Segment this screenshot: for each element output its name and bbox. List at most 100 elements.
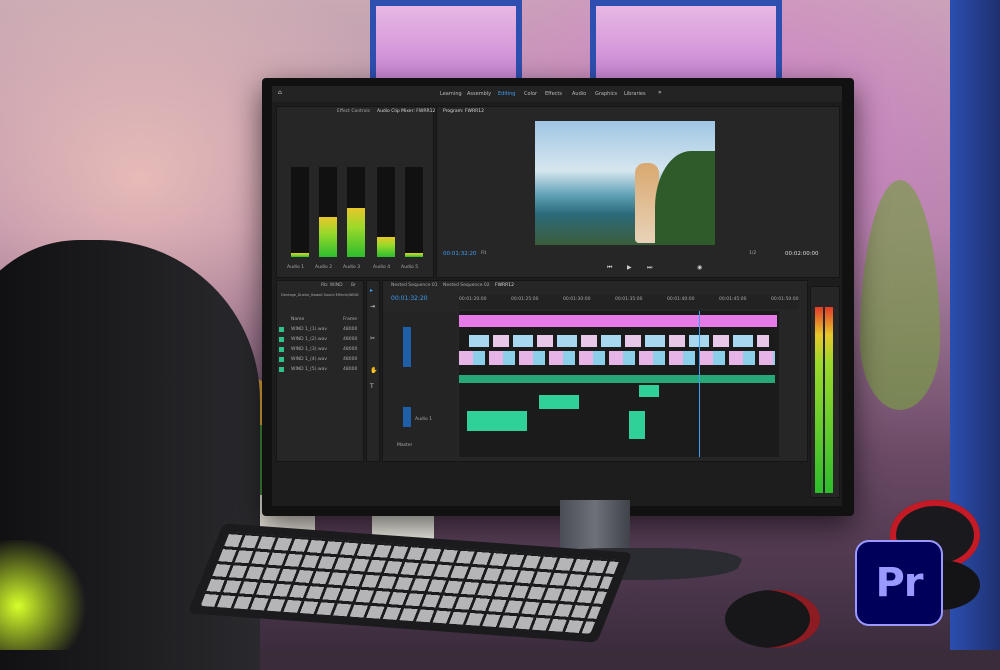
ruler-tick: 00:01:20:00 xyxy=(459,297,487,302)
tab-effect-controls[interactable]: Effect Controls xyxy=(337,109,370,114)
play-icon[interactable]: ▶ xyxy=(627,264,632,271)
project-item-name: WIND 1_(4).wav xyxy=(291,357,328,362)
monitor: ⌂ Learning Assembly Editing Color Effect… xyxy=(262,78,854,516)
timeline-timecode[interactable]: 00:01:32:20 xyxy=(391,295,428,302)
keyboard-keys xyxy=(200,532,620,634)
project-item-swatch xyxy=(279,367,284,372)
track-headers: Audio 1 Master xyxy=(383,311,457,457)
track-target-v[interactable] xyxy=(403,327,411,367)
timeline-tracks xyxy=(459,311,779,457)
project-item-swatch xyxy=(279,357,284,362)
project-panel: Rb: WIND Br Dentage_Duster_Kawall Sound … xyxy=(276,280,364,462)
project-item[interactable]: WIND 1_(2).wav 48000 xyxy=(279,335,361,345)
project-item-swatch xyxy=(279,347,284,352)
track-label-audio-2: Audio 2 xyxy=(315,265,333,270)
workspace-libraries[interactable]: Libraries xyxy=(624,91,646,97)
project-tab-br[interactable]: Br xyxy=(351,283,356,288)
ruler-tick: 00:01:45:00 xyxy=(719,297,747,302)
audio-track-label: Audio 1 xyxy=(415,417,433,422)
program-monitor-panel: Program: FWRR12 00:01:32:20 Fit 1/2 00:0… xyxy=(436,106,840,278)
video-clip[interactable] xyxy=(469,335,769,347)
project-tab-bin[interactable]: Rb: WIND xyxy=(321,283,343,288)
project-col-name[interactable]: Name xyxy=(291,317,304,322)
ruler-tick: 00:01:40:00 xyxy=(667,297,695,302)
program-title: Program: FWRR12 xyxy=(443,109,484,114)
premiere-logo-text: Pr xyxy=(875,560,923,606)
master-track-label: Master xyxy=(397,443,413,448)
program-scale-select[interactable]: 1/2 xyxy=(749,251,756,256)
project-item-rate: 48000 xyxy=(343,337,358,342)
hill xyxy=(655,151,715,245)
meter-audio-5 xyxy=(405,167,423,257)
master-meter-fill-left xyxy=(815,307,823,493)
track-label-audio-3: Audio 3 xyxy=(343,265,361,270)
chair-light-glow xyxy=(0,540,90,650)
meter-audio-4 xyxy=(377,167,395,257)
project-item[interactable]: WIND 1_(3).wav 48000 xyxy=(279,345,361,355)
workspace-assembly[interactable]: Assembly xyxy=(467,91,491,97)
master-audio-meter xyxy=(810,286,840,498)
meter-audio-1 xyxy=(291,167,309,257)
tab-audio-clip-mixer[interactable]: Audio Clip Mixer: FWRR12 xyxy=(377,109,435,114)
premiere-pro-logo: Pr xyxy=(855,540,943,626)
audio-clip[interactable] xyxy=(459,375,775,383)
tools-panel: ▸ ⇥ ✂ ✋ T xyxy=(366,280,380,462)
audio-clip[interactable] xyxy=(639,385,659,397)
project-item[interactable]: WIND 1_(1).wav 48000 xyxy=(279,325,361,335)
step-forward-icon[interactable]: ⏭ xyxy=(647,264,652,272)
type-tool-icon[interactable]: T xyxy=(370,383,374,390)
timeline-tab-fwrr12[interactable]: FWRR12 xyxy=(495,283,514,288)
program-fit-select[interactable]: Fit xyxy=(481,251,486,256)
workspace-graphics[interactable]: Graphics xyxy=(595,91,617,97)
project-item-name: WIND 1_(2).wav xyxy=(291,337,328,342)
project-item-name: WIND 1_(3).wav xyxy=(291,347,328,352)
track-target-a[interactable] xyxy=(403,407,411,427)
project-item-rate: 48000 xyxy=(343,347,358,352)
pink-title-clip[interactable] xyxy=(459,315,777,327)
audio-clip-mixer-panel: Effect Controls Audio Clip Mixer: FWRR12… xyxy=(276,106,435,278)
step-back-icon[interactable]: ⏮ xyxy=(607,264,612,272)
audio-clip[interactable] xyxy=(629,411,645,439)
meter-audio-3 xyxy=(347,167,365,257)
premiere-screen: ⌂ Learning Assembly Editing Color Effect… xyxy=(272,86,842,506)
workspace-effects[interactable]: Effects xyxy=(545,91,562,97)
program-duration: 00:02:00:00 xyxy=(785,251,819,257)
track-select-icon[interactable]: ⇥ xyxy=(370,303,375,310)
project-path: Dentage_Duster_Kawall Sound Effects\WIND xyxy=(281,293,359,297)
master-meter-fill-right xyxy=(825,307,833,493)
track-label-audio-4: Audio 4 xyxy=(373,265,391,270)
project-item-name: WIND 1_(1).wav xyxy=(291,327,328,332)
selection-tool-icon[interactable]: ▸ xyxy=(370,287,373,294)
project-item-rate: 48000 xyxy=(343,367,358,372)
home-icon[interactable]: ⌂ xyxy=(278,89,282,96)
workspace-audio[interactable]: Audio xyxy=(572,91,586,97)
ruler-tick: 00:01:50:00 xyxy=(771,297,799,302)
razor-tool-icon[interactable]: ✂ xyxy=(370,335,375,342)
video-clip[interactable] xyxy=(459,351,775,365)
timeline-panel: Nested Sequence 01 Nested Sequence 02 FW… xyxy=(382,280,808,462)
workspace-color[interactable]: Color xyxy=(524,91,537,97)
export-frame-icon[interactable]: ◉ xyxy=(697,264,702,271)
ruler-tick: 00:01:35:00 xyxy=(615,297,643,302)
timeline-tab-nested-1[interactable]: Nested Sequence 01 xyxy=(391,283,438,288)
audio-clip[interactable] xyxy=(539,395,579,409)
project-item-rate: 48000 xyxy=(343,357,358,362)
track-label-audio-5: Audio 5 xyxy=(401,265,419,270)
workspace-editing[interactable]: Editing xyxy=(498,91,515,97)
hand-tool-icon[interactable]: ✋ xyxy=(370,367,377,374)
ruler-tick: 00:01:30:00 xyxy=(563,297,591,302)
program-timecode[interactable]: 00:01:32:20 xyxy=(443,251,477,257)
workspace-learning[interactable]: Learning xyxy=(440,91,462,97)
timeline-ruler[interactable]: 00:01:20:00 00:01:25:00 00:01:30:00 00:0… xyxy=(459,295,799,309)
audio-clip[interactable] xyxy=(467,411,527,431)
program-video-frame xyxy=(535,121,715,245)
project-item[interactable]: WIND 1_(4).wav 48000 xyxy=(279,355,361,365)
playhead[interactable] xyxy=(699,311,700,457)
timeline-tab-nested-2[interactable]: Nested Sequence 02 xyxy=(443,283,490,288)
more-workspaces-icon[interactable]: » xyxy=(658,89,662,96)
project-item[interactable]: WIND 1_(5).wav 48000 xyxy=(279,365,361,375)
project-col-frame[interactable]: Frame xyxy=(343,317,357,322)
gaming-mouse xyxy=(725,590,820,648)
project-item-swatch xyxy=(279,327,284,332)
project-item-name: WIND 1_(5).wav xyxy=(291,367,328,372)
